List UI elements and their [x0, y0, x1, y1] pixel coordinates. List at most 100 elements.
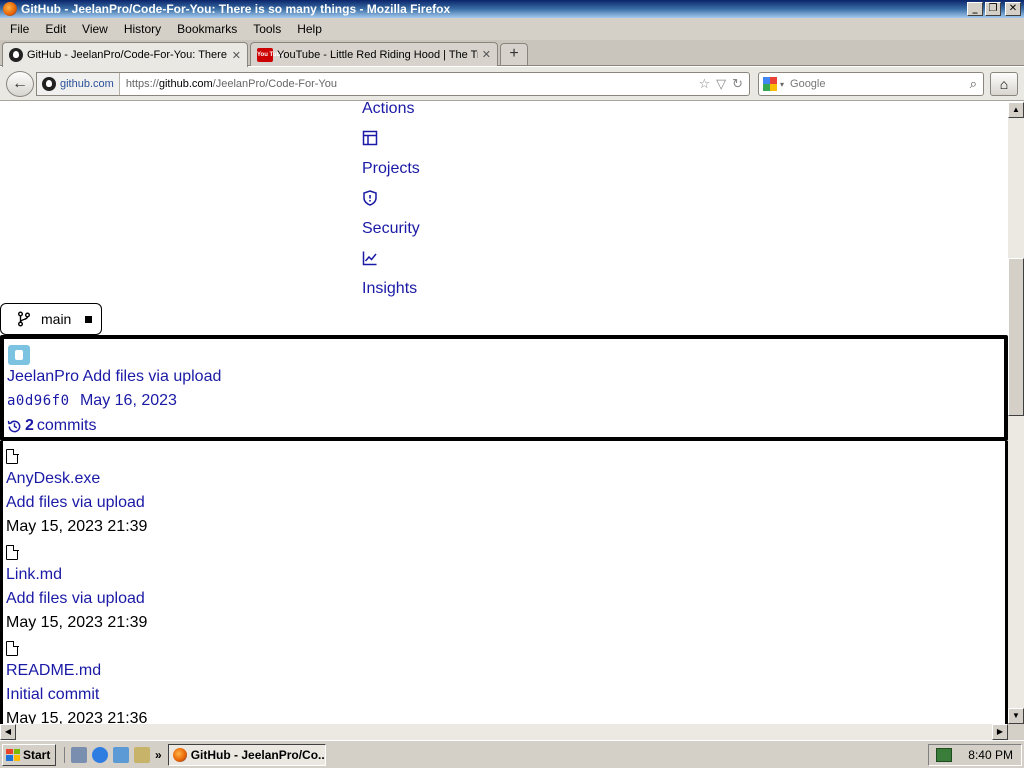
branch-name: main — [41, 311, 72, 327]
menu-history[interactable]: History — [116, 22, 169, 36]
branch-selector-button[interactable]: main — [0, 303, 102, 335]
projects-icon — [362, 130, 378, 146]
file-name[interactable]: Link.md — [6, 566, 62, 584]
close-tab-icon[interactable]: ✕ — [482, 48, 491, 61]
tab-label: GitHub - JeelanPro/Code-For-You: There .… — [27, 49, 228, 61]
file-date: May 15, 2023 21:39 — [6, 518, 148, 535]
network-icon[interactable] — [936, 748, 953, 762]
menu-tools[interactable]: Tools — [245, 22, 289, 36]
scroll-up-button[interactable]: ▲ — [1008, 102, 1024, 118]
system-tray: 8:40 PM — [928, 744, 1022, 766]
file-icon — [6, 544, 19, 560]
history-icon — [7, 420, 21, 432]
file-icon — [6, 448, 19, 464]
graph-icon — [362, 251, 377, 266]
identity-domain: github.com — [60, 78, 114, 90]
site-identity-button[interactable]: github.com — [37, 73, 120, 95]
tab-youtube[interactable]: You Tube YouTube - Little Red Riding Hoo… — [250, 42, 498, 66]
back-button[interactable]: ← — [6, 71, 34, 97]
reload-icon[interactable]: ↻ — [732, 76, 743, 92]
scroll-right-button[interactable]: ▶ — [992, 724, 1008, 740]
file-name[interactable]: AnyDesk.exe — [6, 470, 100, 488]
file-date: May 15, 2023 21:36 — [6, 710, 148, 724]
menu-view[interactable]: View — [74, 22, 116, 36]
close-window-button[interactable]: ✕ — [1005, 2, 1021, 16]
new-tab-button[interactable]: + — [500, 43, 528, 65]
file-name[interactable]: README.md — [6, 662, 101, 680]
menu-edit[interactable]: Edit — [37, 22, 74, 36]
vertical-scrollbar[interactable]: ▲ ▼ — [1008, 102, 1024, 724]
commit-summary: JeelanPro Add files via upload — [7, 368, 221, 386]
home-button[interactable]: ⌂ — [990, 72, 1018, 96]
internet-explorer-icon[interactable] — [92, 746, 108, 763]
git-branch-icon — [18, 311, 30, 327]
shield-icon — [363, 190, 377, 206]
quick-launch-overflow-icon[interactable]: » — [155, 748, 162, 762]
firefox-icon — [3, 2, 17, 16]
file-list: AnyDesk.exe Add files via upload May 15,… — [0, 441, 1008, 724]
youtube-favicon-icon: You Tube — [257, 47, 283, 62]
commit-count-link[interactable]: 2 commits — [7, 417, 96, 435]
clock[interactable]: 8:40 PM — [968, 748, 1013, 762]
repo-nav-security[interactable]: Security — [362, 220, 420, 238]
file-commit-message[interactable]: Add files via upload — [6, 494, 145, 512]
latest-commit-box: JeelanPro Add files via upload a0d96f0 M… — [0, 335, 1008, 441]
windows-logo-icon — [6, 748, 20, 761]
url-bar[interactable]: github.com https://github.com/JeelanPro/… — [36, 72, 750, 96]
history-dropdown-icon[interactable]: ▽ — [716, 76, 726, 92]
menu-file[interactable]: File — [2, 22, 37, 36]
minimize-button[interactable]: _ — [967, 2, 983, 16]
quick-launch: » — [64, 746, 162, 763]
outlook-icon[interactable] — [113, 746, 129, 763]
window-titlebar: GitHub - JeelanPro/Code-For-You: There i… — [0, 0, 1024, 18]
commit-date: May 16, 2023 — [79, 392, 177, 409]
search-icon[interactable]: ⌕ — [970, 76, 983, 92]
taskbar-window-label: GitHub - JeelanPro/Co... — [190, 747, 326, 762]
commit-count: 2 — [25, 417, 34, 434]
bookmark-star-icon[interactable]: ☆ — [698, 76, 710, 92]
taskbar-firefox-window[interactable]: GitHub - JeelanPro/Co... — [167, 743, 326, 766]
scroll-left-button[interactable]: ◀ — [0, 724, 16, 740]
search-files-icon[interactable] — [134, 746, 150, 763]
avatar[interactable] — [8, 345, 30, 365]
repo-nav-projects[interactable]: Projects — [362, 160, 420, 178]
url-domain: github.com — [158, 78, 213, 90]
close-tab-icon[interactable]: ✕ — [232, 49, 241, 62]
commits-label: commits — [36, 417, 97, 434]
menu-bookmarks[interactable]: Bookmarks — [169, 22, 245, 36]
scrollbar-corner — [1008, 724, 1024, 740]
tab-bar: GitHub - JeelanPro/Code-For-You: There .… — [0, 40, 1024, 67]
menu-help[interactable]: Help — [289, 22, 330, 36]
dropdown-caret-icon — [85, 315, 93, 323]
file-date: May 15, 2023 21:39 — [6, 614, 148, 631]
restore-button[interactable]: ❐ — [985, 2, 1001, 16]
url-tools: ☆ ▽ ↻ — [698, 76, 749, 92]
start-label: Start — [23, 747, 51, 762]
github-favicon-icon — [9, 48, 23, 62]
commit-author[interactable]: JeelanPro — [7, 368, 79, 385]
search-bar[interactable]: ▾ Google ⌕ — [758, 72, 984, 96]
commit-sha[interactable]: a0d96f0 — [7, 393, 70, 409]
show-desktop-icon[interactable] — [71, 746, 87, 763]
tab-github[interactable]: GitHub - JeelanPro/Code-For-You: There .… — [2, 42, 248, 67]
tab-label: YouTube - Little Red Riding Hood | The T… — [277, 48, 478, 61]
vertical-scroll-thumb[interactable] — [1008, 258, 1024, 416]
github-favicon-icon — [42, 77, 56, 91]
scroll-down-button[interactable]: ▼ — [1008, 708, 1024, 724]
commit-meta: a0d96f0 May 16, 2023 — [7, 392, 177, 410]
commit-message[interactable]: Add files via upload — [83, 368, 222, 385]
file-icon — [6, 640, 19, 656]
start-button[interactable]: Start — [2, 743, 56, 766]
window-title: GitHub - JeelanPro/Code-For-You: There i… — [21, 2, 451, 16]
repo-nav-insights[interactable]: Insights — [362, 280, 417, 298]
repo-nav-actions[interactable]: Actions — [362, 102, 414, 118]
url-prefix: https:// — [125, 78, 159, 90]
file-commit-message[interactable]: Initial commit — [6, 686, 99, 704]
google-icon[interactable] — [763, 77, 777, 91]
file-commit-message[interactable]: Add files via upload — [6, 590, 145, 608]
navigation-toolbar: ← github.com https://github.com/JeelanPr… — [0, 67, 1024, 101]
horizontal-scrollbar[interactable]: ◀ ▶ — [0, 724, 1008, 740]
search-input[interactable]: Google — [784, 78, 970, 90]
url-text[interactable]: https://github.com/JeelanPro/Code-For-Yo… — [120, 78, 699, 90]
url-path: /JeelanPro/Code-For-You — [212, 78, 337, 90]
